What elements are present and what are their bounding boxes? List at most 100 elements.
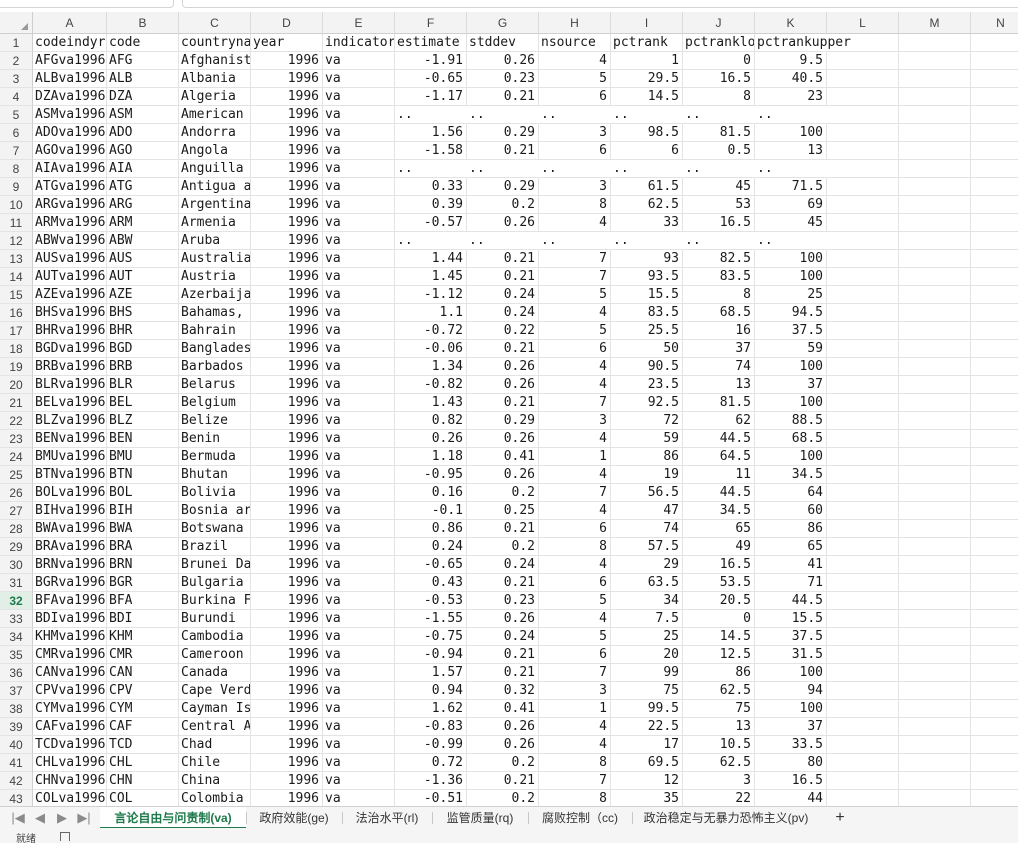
data-cell[interactable]: 1996	[251, 520, 323, 538]
data-cell[interactable]: 23.5	[611, 376, 683, 394]
data-cell[interactable]: 60	[755, 502, 827, 520]
data-cell[interactable]	[827, 376, 899, 394]
data-cell[interactable]: 1996	[251, 106, 323, 124]
column-header-l[interactable]: L	[827, 12, 899, 34]
data-cell[interactable]	[899, 610, 971, 628]
data-cell[interactable]: 81.5	[683, 124, 755, 142]
data-cell[interactable]: 25	[611, 628, 683, 646]
data-cell[interactable]	[899, 268, 971, 286]
data-cell[interactable]: 83.5	[683, 268, 755, 286]
data-cell[interactable]: TCD	[107, 736, 179, 754]
column-header-h[interactable]: H	[539, 12, 611, 34]
data-cell[interactable]: 0.24	[467, 304, 539, 322]
data-cell[interactable]: 1.43	[395, 394, 467, 412]
data-cell[interactable]: 100	[755, 448, 827, 466]
data-cell[interactable]: 0.23	[467, 592, 539, 610]
next-sheet-button[interactable]: ▶	[52, 807, 72, 829]
data-cell[interactable]: 4	[539, 214, 611, 232]
data-cell[interactable]: 1996	[251, 304, 323, 322]
data-cell[interactable]: va	[323, 106, 395, 124]
data-cell[interactable]: 62.5	[611, 196, 683, 214]
data-cell[interactable]	[971, 646, 1018, 664]
data-cell[interactable]	[827, 448, 899, 466]
data-cell[interactable]: -1.55	[395, 610, 467, 628]
data-cell[interactable]: 0.29	[467, 124, 539, 142]
data-cell[interactable]: 1996	[251, 538, 323, 556]
data-cell[interactable]: CMR	[107, 646, 179, 664]
data-cell[interactable]	[899, 628, 971, 646]
data-cell[interactable]: 37	[683, 340, 755, 358]
data-cell[interactable]: 4	[539, 556, 611, 574]
data-cell[interactable]: 94.5	[755, 304, 827, 322]
data-cell[interactable]: ATGva1996	[33, 178, 107, 196]
data-cell[interactable]	[827, 232, 899, 250]
data-cell[interactable]	[971, 106, 1018, 124]
data-cell[interactable]: 0.2	[467, 484, 539, 502]
data-cell[interactable]: 1996	[251, 466, 323, 484]
data-cell[interactable]: 1996	[251, 286, 323, 304]
data-cell[interactable]: ARM	[107, 214, 179, 232]
data-cell[interactable]	[899, 322, 971, 340]
data-cell[interactable]: 0.21	[467, 268, 539, 286]
data-cell[interactable]: Bulgaria	[179, 574, 251, 592]
data-cell[interactable]: 1996	[251, 268, 323, 286]
data-cell[interactable]	[827, 520, 899, 538]
data-cell[interactable]: DZAva1996	[33, 88, 107, 106]
data-cell[interactable]: 0.2	[467, 196, 539, 214]
data-cell[interactable]: va	[323, 196, 395, 214]
data-cell[interactable]: ASM	[107, 106, 179, 124]
data-cell[interactable]: Bhutan	[179, 466, 251, 484]
data-cell[interactable]: va	[323, 502, 395, 520]
row-header[interactable]: 7	[0, 142, 33, 160]
data-cell[interactable]: 0.21	[467, 142, 539, 160]
data-cell[interactable]	[827, 484, 899, 502]
data-cell[interactable]: -1.91	[395, 52, 467, 70]
column-title-cell[interactable]: stddev	[467, 34, 539, 52]
data-cell[interactable]: 1996	[251, 124, 323, 142]
data-cell[interactable]	[971, 448, 1018, 466]
row-header[interactable]: 29	[0, 538, 33, 556]
data-cell[interactable]: ..	[395, 106, 467, 124]
row-header[interactable]: 24	[0, 448, 33, 466]
column-title-cell[interactable]: code	[107, 34, 179, 52]
data-cell[interactable]: BEL	[107, 394, 179, 412]
data-cell[interactable]: -0.83	[395, 718, 467, 736]
data-cell[interactable]: BOL	[107, 484, 179, 502]
row-header[interactable]: 11	[0, 214, 33, 232]
data-cell[interactable]: ..	[611, 160, 683, 178]
data-cell[interactable]: 4	[539, 466, 611, 484]
data-cell[interactable]: 81.5	[683, 394, 755, 412]
data-cell[interactable]: BDI	[107, 610, 179, 628]
data-cell[interactable]: va	[323, 610, 395, 628]
data-cell[interactable]: AUTva1996	[33, 268, 107, 286]
data-cell[interactable]: BLR	[107, 376, 179, 394]
data-cell[interactable]: ..	[611, 106, 683, 124]
data-cell[interactable]: -0.53	[395, 592, 467, 610]
sheet-tab[interactable]: 政府效能(ge)	[246, 807, 342, 829]
data-cell[interactable]	[971, 250, 1018, 268]
data-cell[interactable]: -0.65	[395, 70, 467, 88]
column-header-d[interactable]: D	[251, 12, 323, 34]
data-cell[interactable]: 1	[611, 52, 683, 70]
data-cell[interactable]: va	[323, 412, 395, 430]
data-cell[interactable]	[971, 340, 1018, 358]
data-cell[interactable]	[827, 592, 899, 610]
data-cell[interactable]: Azerbaija	[179, 286, 251, 304]
data-cell[interactable]: Angola	[179, 142, 251, 160]
data-cell[interactable]: 45	[683, 178, 755, 196]
data-cell[interactable]	[827, 358, 899, 376]
data-cell[interactable]: 99	[611, 664, 683, 682]
data-cell[interactable]: va	[323, 754, 395, 772]
data-cell[interactable]: 62.5	[683, 754, 755, 772]
data-cell[interactable]	[899, 286, 971, 304]
data-cell[interactable]: 16.5	[683, 556, 755, 574]
data-cell[interactable]: 1996	[251, 196, 323, 214]
data-cell[interactable]	[827, 430, 899, 448]
data-cell[interactable]: ARGva1996	[33, 196, 107, 214]
data-cell[interactable]: -0.65	[395, 556, 467, 574]
data-cell[interactable]	[971, 304, 1018, 322]
data-cell[interactable]	[899, 358, 971, 376]
data-cell[interactable]: 0.24	[467, 286, 539, 304]
data-cell[interactable]: 1996	[251, 790, 323, 806]
data-cell[interactable]: 50	[611, 340, 683, 358]
